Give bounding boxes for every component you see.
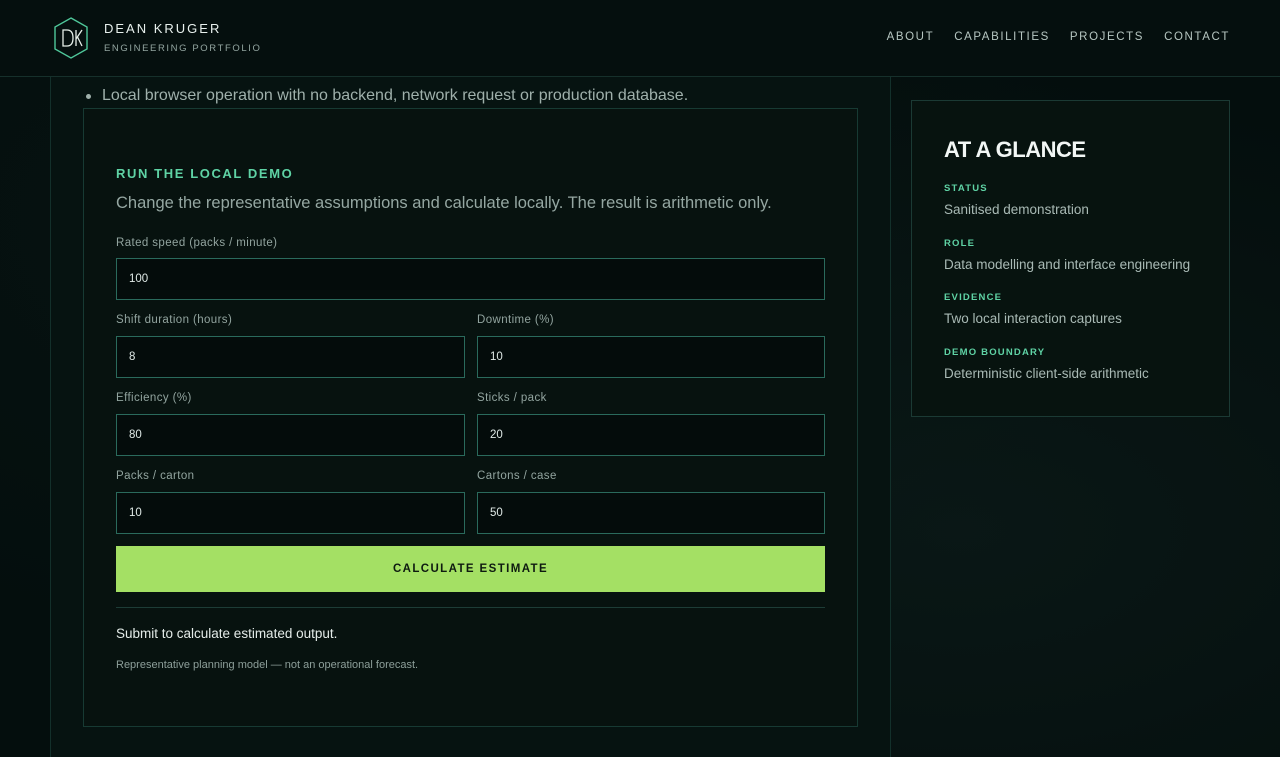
site-header: DEAN KRUGER ENGINEERING PORTFOLIO ABOUT … xyxy=(0,0,1280,77)
sticks-per-pack-label: Sticks / pack xyxy=(477,392,547,404)
feature-bullet-text: Local browser operation with no backend,… xyxy=(102,87,689,104)
glance-boundary-value: Deterministic client-side arithmetic xyxy=(944,366,1149,381)
sticks-per-pack-input[interactable]: 20 xyxy=(477,414,825,456)
rated-speed-label: Rated speed (packs / minute) xyxy=(116,237,278,249)
shift-duration-input[interactable]: 8 xyxy=(116,336,465,378)
shift-duration-label: Shift duration (hours) xyxy=(116,314,233,326)
brand-name[interactable]: DEAN KRUGER xyxy=(104,21,221,36)
packs-per-carton-input[interactable]: 10 xyxy=(116,492,465,534)
efficiency-label: Efficiency (%) xyxy=(116,392,192,404)
cartons-per-case-label: Cartons / case xyxy=(477,470,557,482)
dk-hexagon-logo-icon[interactable] xyxy=(52,16,90,60)
nav-about[interactable]: ABOUT xyxy=(887,31,935,43)
glance-status-label: STATUS xyxy=(944,183,988,194)
glance-evidence-label: EVIDENCE xyxy=(944,292,1003,303)
demo-eyebrow: RUN THE LOCAL DEMO xyxy=(116,166,294,181)
demo-intro: Change the representative assumptions an… xyxy=(116,194,772,212)
efficiency-input[interactable]: 80 xyxy=(116,414,465,456)
glance-status-value: Sanitised demonstration xyxy=(944,202,1089,217)
calculate-estimate-button[interactable]: CALCULATE ESTIMATE xyxy=(116,546,825,592)
brand-subtitle: ENGINEERING PORTFOLIO xyxy=(104,43,262,54)
at-a-glance-card: AT A GLANCE STATUS Sanitised demonstrati… xyxy=(911,100,1230,417)
glance-role-label: ROLE xyxy=(944,238,976,249)
packs-per-carton-label: Packs / carton xyxy=(116,470,195,482)
nav-capabilities[interactable]: CAPABILITIES xyxy=(954,31,1050,43)
main-nav: ABOUT CAPABILITIES PROJECTS CONTACT xyxy=(887,31,1230,43)
result-text: Submit to calculate estimated output. xyxy=(116,626,338,641)
glance-boundary-label: DEMO BOUNDARY xyxy=(944,347,1046,358)
divider xyxy=(116,607,825,608)
disclaimer-note: Representative planning model — not an o… xyxy=(116,659,419,671)
rated-speed-input[interactable]: 100 xyxy=(116,258,825,300)
nav-projects[interactable]: PROJECTS xyxy=(1070,31,1144,43)
nav-contact[interactable]: CONTACT xyxy=(1164,31,1230,43)
feature-bullet: Local browser operation with no backend,… xyxy=(86,87,688,105)
glance-role-value: Data modelling and interface engineering xyxy=(944,257,1191,272)
downtime-input[interactable]: 10 xyxy=(477,336,825,378)
glance-evidence-value: Two local interaction captures xyxy=(944,311,1122,326)
glance-title: AT A GLANCE xyxy=(944,137,1086,162)
cartons-per-case-input[interactable]: 50 xyxy=(477,492,825,534)
downtime-label: Downtime (%) xyxy=(477,314,555,326)
demo-card: RUN THE LOCAL DEMO Change the representa… xyxy=(83,108,858,727)
